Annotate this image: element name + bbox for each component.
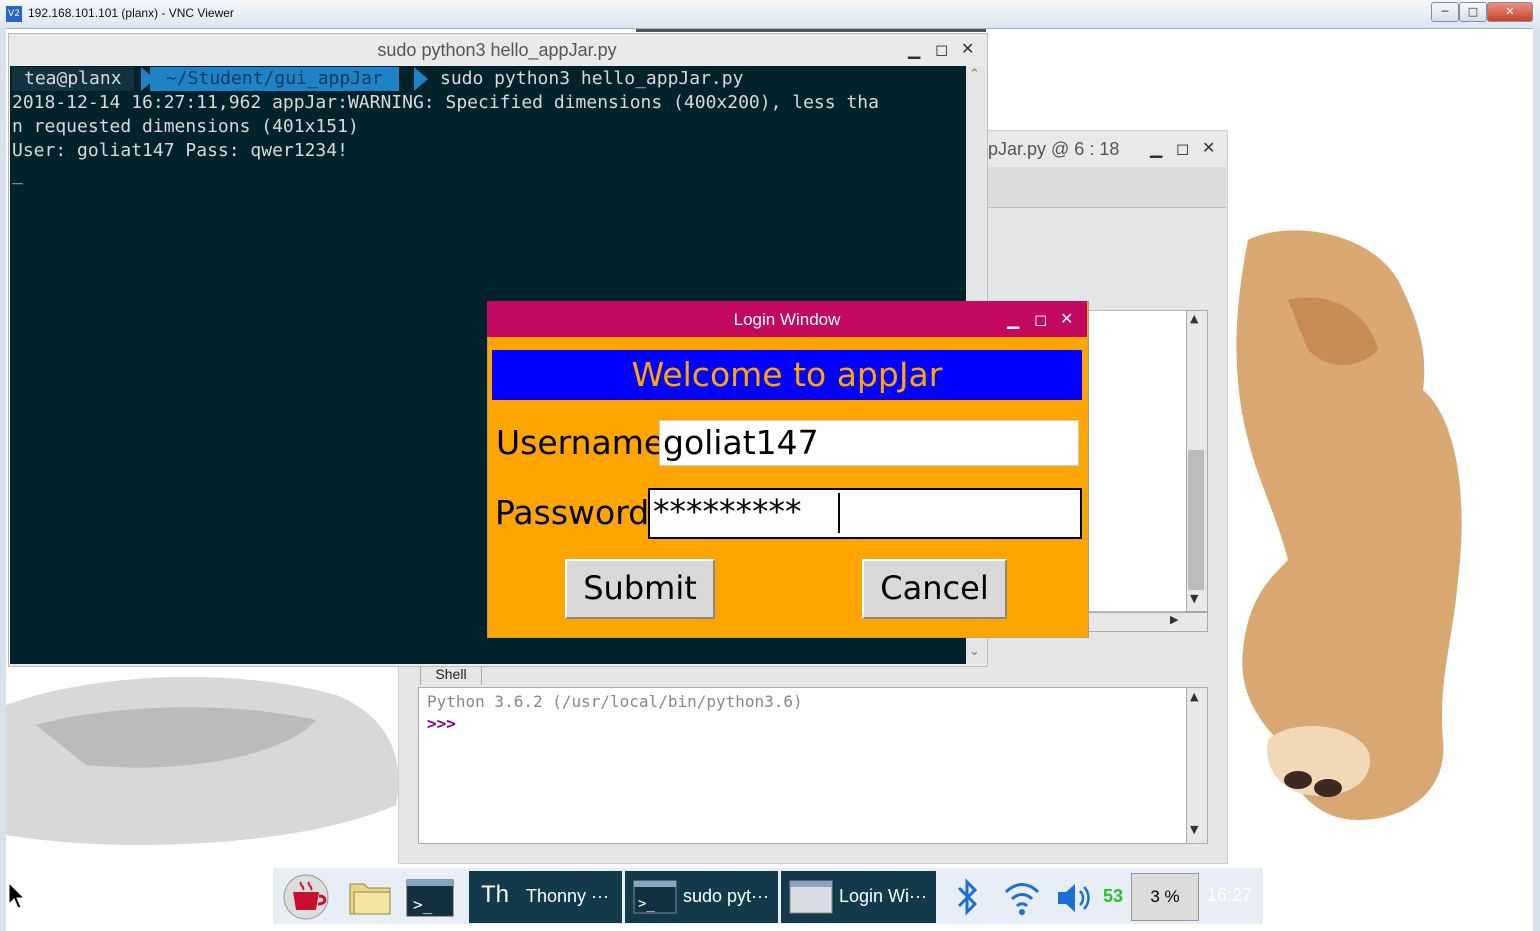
vnc-maximize-button[interactable]: □ <box>1459 2 1487 22</box>
submit-button[interactable]: Submit <box>565 559 715 619</box>
username-input[interactable]: goliat147 <box>659 420 1079 466</box>
thonny-toolbar <box>988 167 1226 208</box>
editor-horizontal-scrollbar[interactable] <box>1088 612 1208 632</box>
prompt-user: tea@planx <box>12 67 134 91</box>
vnc-frame-right <box>1533 28 1540 931</box>
vnc-window-title: 192.168.101.101 (planx) - VNC Viewer <box>28 6 234 20</box>
editor-area[interactable] <box>1088 310 1190 612</box>
terminal-window-title: sudo python3 hello_appJar.py <box>377 40 617 60</box>
terminal-scroll-up-icon[interactable]: ⌃ <box>969 67 980 82</box>
shell-scroll-down-icon[interactable]: ▼ <box>1190 823 1198 836</box>
svg-text:>_: >_ <box>638 896 655 912</box>
terminal-close-icon[interactable]: ✕ <box>961 39 974 58</box>
prompt-path-arrow-icon <box>414 67 428 91</box>
editor-scroll-up-icon[interactable]: ▲ <box>1190 312 1198 325</box>
login-window-title: Login Window <box>733 310 841 329</box>
prompt-path: ~/Student/gui_appJar <box>150 67 399 91</box>
dog-wallpaper <box>1236 230 1462 821</box>
terminal-scroll-down-icon[interactable]: ⌄ <box>969 644 980 659</box>
bluetooth-icon[interactable] <box>953 874 981 920</box>
shell-scroll-up-icon[interactable]: ▲ <box>1190 690 1198 703</box>
thonny-maximize-icon[interactable]: ◻ <box>1176 139 1189 158</box>
vnc-frame-left <box>0 28 6 931</box>
vnc-minimize-button[interactable]: ─ <box>1431 2 1459 22</box>
terminal-minimize-icon[interactable]: ▁ <box>908 40 920 59</box>
login-minimize-icon[interactable]: ▁ <box>1007 310 1019 329</box>
terminal-cursor: _ <box>12 164 23 185</box>
shell-vertical-scrollbar[interactable] <box>1186 687 1208 844</box>
terminal-line: n requested dimensions (401x151) <box>12 116 359 137</box>
terminal-launcher-icon[interactable]: >_ <box>405 874 455 920</box>
raspberry-menu-icon[interactable] <box>281 874 331 920</box>
taskbar-task-label: sudo pyt··· <box>683 886 770 906</box>
window-icon <box>789 880 833 914</box>
username-label: Username <box>496 423 665 462</box>
terminal-line: User: goliat147 Pass: qwer1234! <box>12 140 348 161</box>
password-input[interactable]: ********* <box>648 488 1082 539</box>
terminal-icon: >_ <box>633 880 677 914</box>
login-maximize-icon[interactable]: ◻ <box>1034 310 1047 329</box>
editor-scroll-thumb[interactable] <box>1188 450 1204 590</box>
login-close-icon[interactable]: ✕ <box>1060 309 1073 328</box>
taskbar-task-thonny[interactable]: Th Thonny ··· <box>469 871 622 923</box>
volume-icon[interactable] <box>1055 878 1097 918</box>
taskbar-task-terminal[interactable]: >_ sudo pyt··· <box>625 871 778 923</box>
svg-text:>_: >_ <box>413 895 433 914</box>
text-caret <box>838 493 840 533</box>
thonny-window-title: pJar.py @ 6 : 18 <box>988 139 1120 159</box>
cat-wallpaper <box>6 676 399 845</box>
thonny-icon: Th <box>481 881 510 908</box>
shell-version-text: Python 3.6.2 (/usr/local/bin/python3.6) <box>427 692 803 711</box>
vnc-close-button[interactable]: ✕ <box>1487 2 1533 22</box>
editor-scroll-right-icon[interactable]: ▶ <box>1170 613 1178 626</box>
file-manager-icon[interactable] <box>346 874 396 920</box>
wifi-icon[interactable] <box>1003 878 1041 918</box>
mouse-pointer-icon <box>8 882 26 909</box>
terminal-maximize-icon[interactable]: ◻ <box>935 40 948 59</box>
cpu-usage-monitor: 3 % <box>1131 873 1199 921</box>
taskbar-task-login-window[interactable]: Login Wi··· <box>781 871 936 923</box>
editor-scroll-down-icon[interactable]: ▼ <box>1190 592 1198 605</box>
thonny-close-icon[interactable]: ✕ <box>1202 138 1215 157</box>
terminal-top-border <box>636 29 986 32</box>
taskbar-task-label: Thonny ··· <box>526 886 610 906</box>
cancel-button[interactable]: Cancel <box>862 559 1007 619</box>
shell-prompt: >>> <box>427 714 456 733</box>
terminal-command: sudo python3 hello_appJar.py <box>440 68 744 89</box>
password-label: Password <box>495 493 650 532</box>
volume-level: 53 <box>1103 886 1124 906</box>
vnc-app-icon: V2 <box>6 6 22 22</box>
terminal-line: 2018-12-14 16:27:11,962 appJar:WARNING: … <box>12 92 879 113</box>
welcome-text: Welcome to appJar <box>631 355 943 394</box>
thonny-minimize-icon[interactable]: ▁ <box>1150 139 1162 158</box>
taskbar-task-label: Login Wi··· <box>839 886 928 906</box>
clock[interactable]: 16:27 <box>1207 885 1252 906</box>
